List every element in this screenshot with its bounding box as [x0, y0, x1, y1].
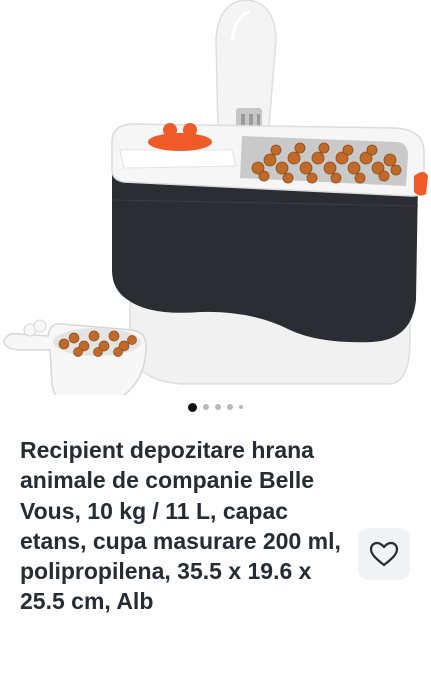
- carousel-dot[interactable]: [203, 404, 209, 410]
- pet-food-container-image[interactable]: [0, 0, 431, 395]
- carousel-dot[interactable]: [239, 405, 243, 409]
- product-title: Recipient depozitare hrana animale de co…: [20, 437, 341, 615]
- carousel-indicator[interactable]: [0, 400, 431, 414]
- carousel-dot[interactable]: [188, 402, 197, 412]
- heart-outline-icon: [369, 541, 399, 567]
- carousel-dot[interactable]: [215, 404, 221, 410]
- carousel-dot[interactable]: [227, 404, 233, 410]
- add-to-favorites-button[interactable]: [358, 528, 410, 580]
- product-image-gallery[interactable]: [0, 0, 431, 420]
